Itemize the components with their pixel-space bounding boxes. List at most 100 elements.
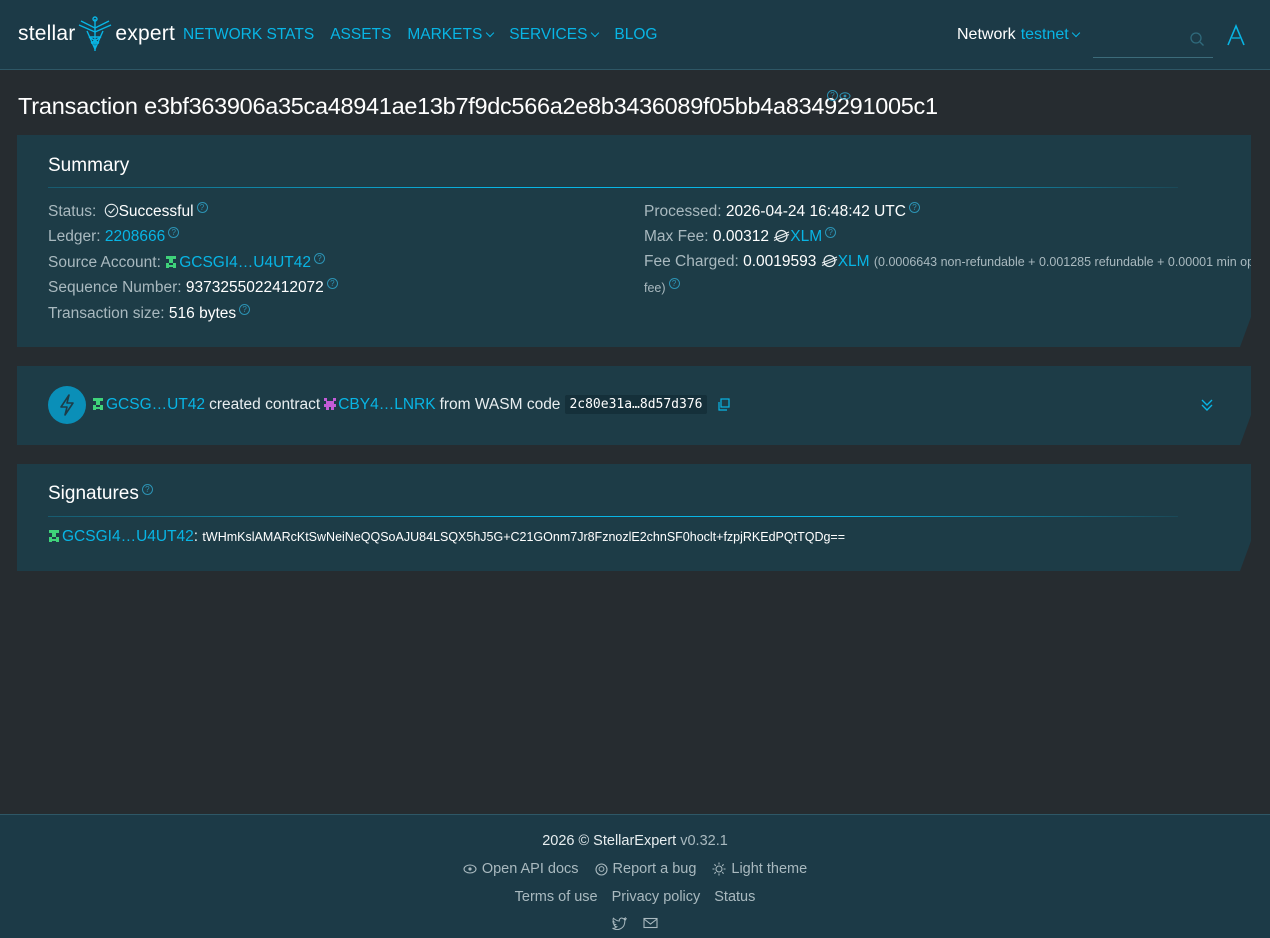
nav-network-stats[interactable]: NETWORK STATS [183, 26, 314, 44]
operation-account: GCSG…UT42 [106, 395, 206, 413]
title-actions: ? [827, 90, 851, 102]
twitter-icon[interactable] [612, 917, 627, 930]
search-input[interactable] [1093, 22, 1213, 58]
help-icon[interactable]: ? [825, 227, 836, 238]
chevron-down-icon [1071, 28, 1080, 38]
logo-satellite-icon [79, 16, 112, 51]
help-icon[interactable]: ? [909, 202, 920, 213]
main-nav: NETWORK STATS ASSETS MARKETS SERVICES BL… [183, 26, 657, 44]
title-prefix: Transaction [18, 93, 138, 119]
ledger-label: Ledger: [48, 228, 101, 246]
network-value: testnet [1020, 26, 1069, 43]
help-icon[interactable]: ? [197, 202, 208, 213]
email-icon[interactable] [643, 917, 658, 929]
contract-avatar-icon [324, 398, 336, 411]
nav-blog[interactable]: BLOG [614, 26, 657, 44]
help-icon[interactable]: ? [314, 253, 325, 264]
link-icon[interactable] [839, 90, 851, 102]
summary-divider [48, 187, 1178, 188]
light-theme-label: Light theme [731, 861, 808, 877]
fee-breakdown-end: fee) [644, 281, 666, 296]
footer: 2026 © StellarExpert v0.32.1 Open API do… [0, 814, 1270, 938]
source-account-label: Source Account: [48, 254, 161, 272]
fee-charged-asset-link[interactable]: XLM [838, 253, 870, 270]
signatures-title-text: Signatures [48, 483, 139, 504]
sequence-row: Sequence Number: 9373255022412072? [48, 278, 338, 297]
sequence-label: Sequence Number: [48, 279, 182, 297]
top-navigation-bar: stellar expert NETWORK STATS ASSETS MARK… [0, 0, 1270, 70]
privacy-policy-link[interactable]: Privacy policy [612, 889, 701, 905]
max-fee-row: Max Fee: 0.00312 XLM? [644, 227, 836, 246]
account-avatar-icon [92, 398, 104, 411]
terms-of-use-link[interactable]: Terms of use [515, 889, 598, 905]
signature-row: GCSGI4…U4UT42: tWHmKslAMARcKtSwNeiNeQQSo… [48, 528, 845, 546]
signature-value: tWHmKslAMARcKtSwNeiNeQQSoAJU84LSQX5hJ5G+… [202, 530, 846, 544]
copy-icon[interactable] [717, 398, 731, 412]
nav-markets[interactable]: MARKETS [407, 26, 495, 44]
status-value: Successful [118, 203, 194, 221]
ledger-link[interactable]: 2208666 [105, 228, 165, 245]
help-icon[interactable]: ? [168, 227, 179, 238]
max-fee-asset-link[interactable]: XLM [790, 228, 822, 245]
summary-title: Summary [48, 155, 130, 176]
operation-action: created contract [209, 395, 321, 413]
nav-services[interactable]: SERVICES [509, 26, 600, 44]
light-theme-toggle[interactable]: Light theme [712, 861, 807, 877]
nav-assets[interactable]: ASSETS [330, 26, 391, 44]
signatures-panel: Signatures? GCSGI4…U4UT42: tWHmKslAMARcK… [17, 464, 1251, 571]
network-selector: Network testnet [957, 26, 1080, 44]
signatures-title: Signatures? [48, 483, 153, 505]
status-link[interactable]: Status [714, 889, 755, 905]
account-avatar-icon [48, 530, 60, 543]
status-row: Status: Successful? [48, 202, 208, 221]
help-icon[interactable]: ? [669, 278, 680, 289]
source-account-row: Source Account: GCSGI4…U4UT42? [48, 253, 325, 272]
source-account-link[interactable]: GCSGI4…U4UT42 [165, 254, 311, 271]
search-icon[interactable] [1189, 31, 1205, 47]
help-icon[interactable]: ? [142, 484, 153, 495]
account-icon[interactable] [1225, 24, 1247, 46]
help-icon[interactable]: ? [327, 278, 338, 289]
fee-charged-row: Fee Charged: 0.0019593 XLM (0.0006643 no… [644, 253, 1254, 271]
footer-copyright: 2026 © StellarExpert v0.32.1 [0, 833, 1270, 849]
operation-account-link[interactable]: GCSG…UT42 [92, 396, 205, 414]
contract-id: CBY4…LNRK [338, 395, 436, 413]
size-row: Transaction size: 516 bytes? [48, 304, 250, 323]
footer-links-secondary: Terms of use Privacy policy Status [0, 889, 1270, 905]
max-fee-value: 0.00312 [712, 228, 769, 246]
max-fee-label: Max Fee: [644, 228, 709, 246]
help-icon[interactable]: ? [239, 304, 250, 315]
github-icon [594, 862, 608, 876]
nav-label: MARKETS [407, 26, 483, 43]
nav-label: SERVICES [509, 26, 588, 43]
stellar-expert-logo[interactable]: stellar expert [18, 14, 175, 54]
copyright-text: 2026 © StellarExpert [542, 833, 677, 849]
signer-account-link[interactable]: GCSGI4…U4UT42 [48, 528, 194, 545]
signer-account: GCSGI4…U4UT42 [62, 528, 194, 545]
network-label: Network [957, 26, 1016, 43]
report-bug-link[interactable]: Report a bug [594, 861, 696, 877]
fee-breakdown-row: fee)? [644, 278, 680, 297]
page-title: Transaction e3bf363906a35ca48941ae13b7f9… [18, 93, 938, 120]
fee-charged-value: 0.0019593 [743, 253, 817, 270]
size-label: Transaction size: [48, 305, 165, 323]
open-api-docs-link[interactable]: Open API docs [463, 861, 579, 877]
nav-label: ASSETS [330, 26, 392, 43]
logo-text-right: expert [115, 22, 175, 45]
operation-panel: GCSG…UT42 created contract CBY4…LNRK fro… [17, 366, 1251, 445]
sun-icon [712, 862, 726, 876]
help-icon[interactable]: ? [827, 90, 838, 101]
processed-value: 2026-04-24 16:48:42 UTC [725, 203, 906, 221]
transaction-hash: e3bf363906a35ca48941ae13b7f9dc566a2e8b34… [144, 93, 938, 119]
stellar-lumens-icon [821, 254, 838, 268]
size-value: 516 bytes [168, 305, 237, 323]
account-avatar-icon [165, 256, 177, 269]
network-dropdown[interactable]: testnet [1020, 26, 1080, 44]
contract-link[interactable]: CBY4…LNRK [324, 396, 435, 414]
processed-row: Processed: 2026-04-24 16:48:42 UTC? [644, 202, 920, 221]
operation-from-text: from WASM code [439, 395, 561, 413]
footer-links-primary: Open API docs Report a bug Light theme [0, 861, 1270, 877]
expand-chevron-icon[interactable] [1201, 398, 1213, 412]
lightning-icon [48, 386, 86, 424]
stellar-lumens-icon [773, 229, 790, 243]
